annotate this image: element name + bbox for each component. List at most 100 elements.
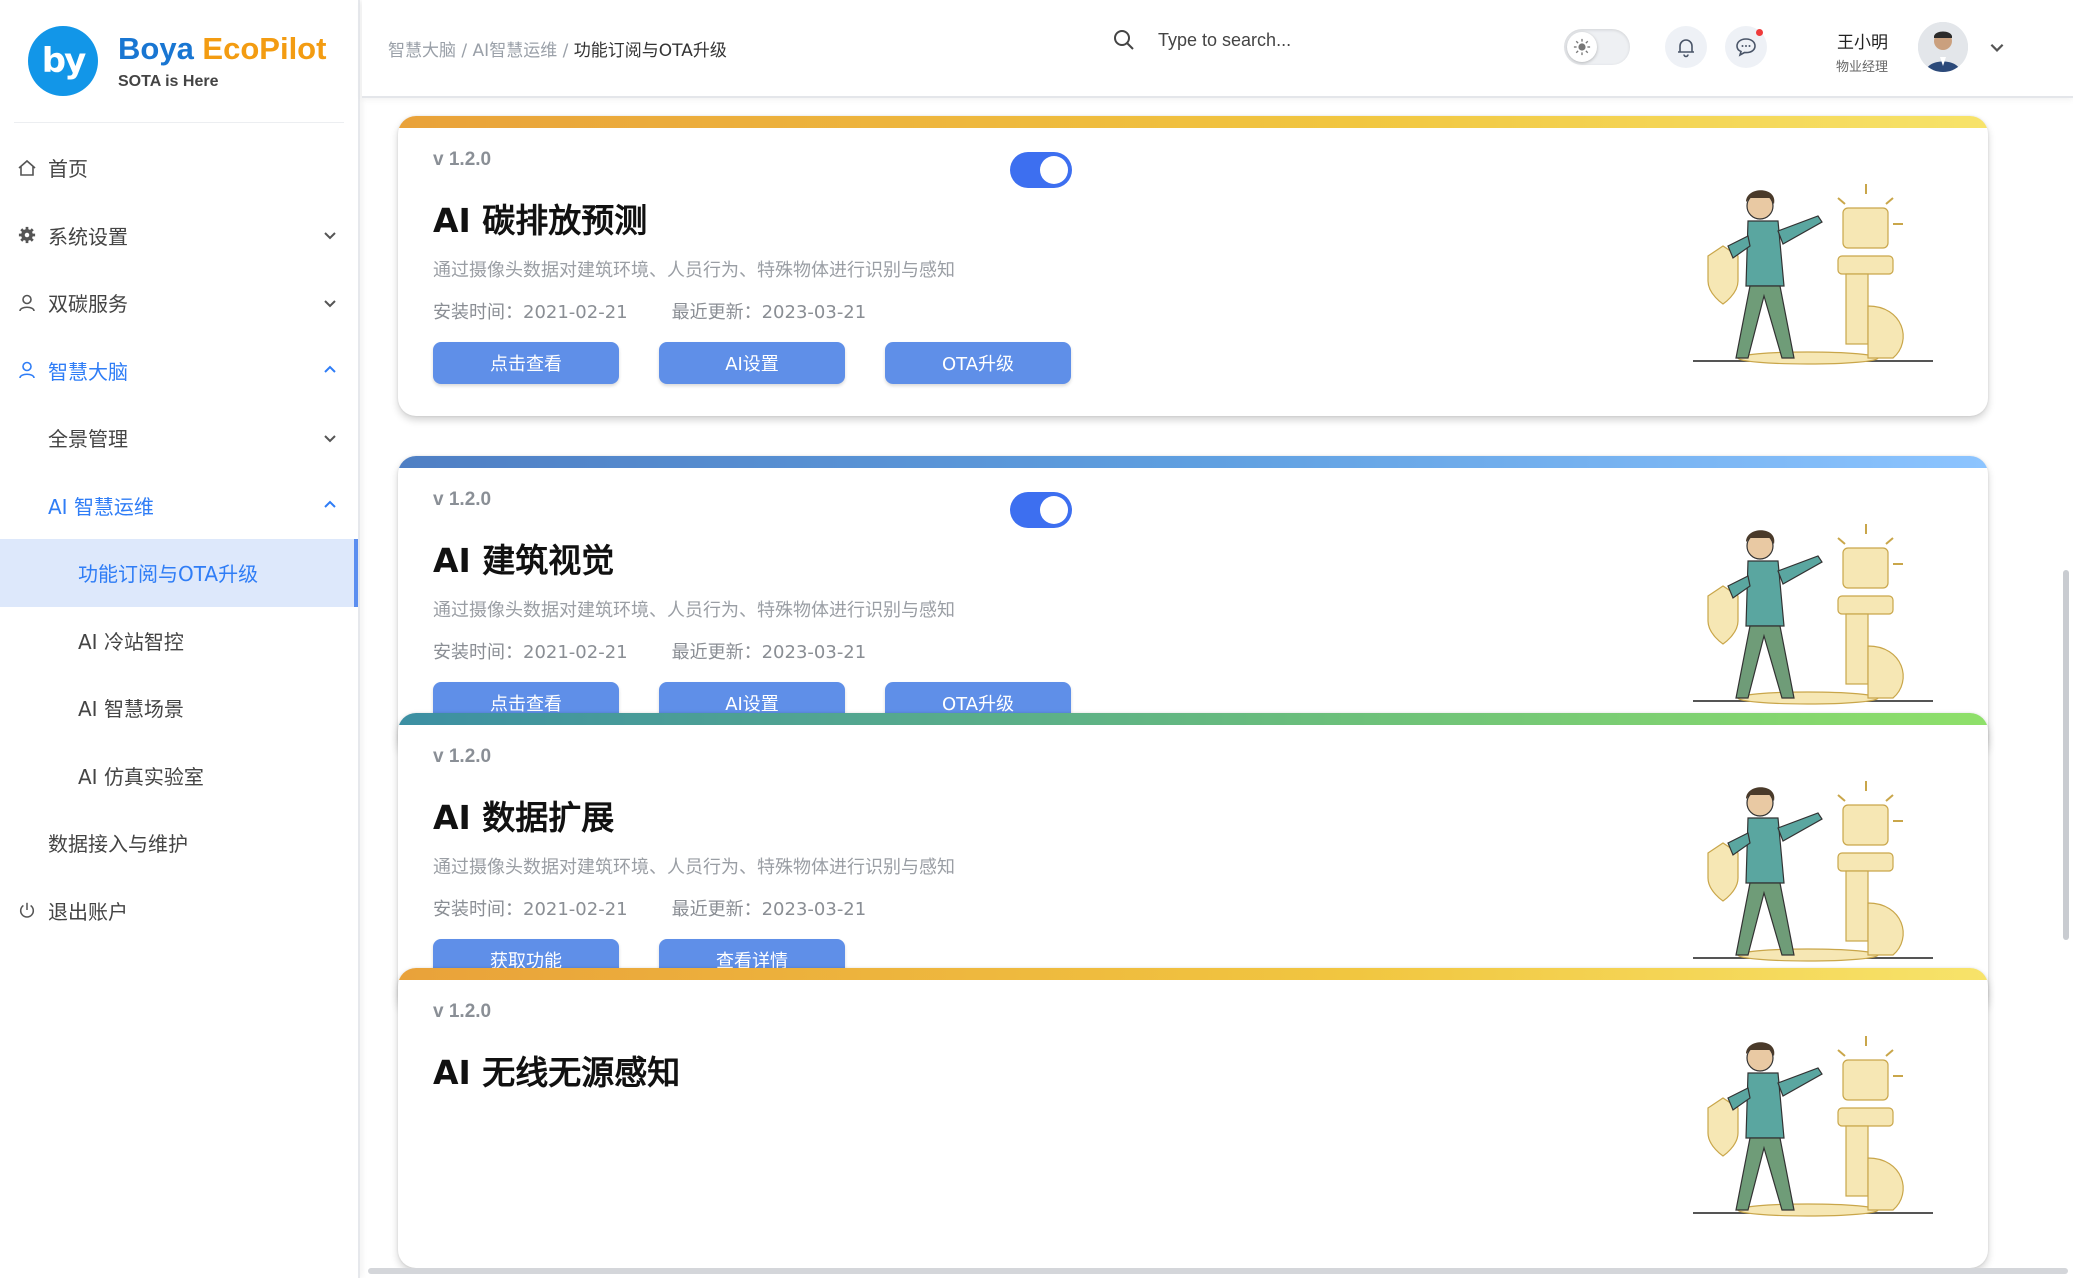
- card-title: AI 建筑视觉: [433, 541, 615, 580]
- card-illustration: [1688, 176, 1938, 376]
- card-title: AI 无线无源感知: [433, 1053, 681, 1092]
- home-icon: [16, 157, 38, 179]
- card-version: v 1.2.0: [433, 746, 492, 767]
- breadcrumb-separator: /: [557, 41, 574, 61]
- install-time: 安装时间：2021-02-21: [433, 302, 628, 323]
- vertical-scrollbar[interactable]: [2063, 570, 2069, 940]
- breadcrumb-item[interactable]: 智慧大脑: [388, 41, 456, 61]
- brand-name: Boya EcoPilot: [118, 31, 326, 67]
- chat-icon: [1736, 38, 1756, 57]
- card-illustration: [1688, 516, 1938, 716]
- card-description: 通过摄像头数据对建筑环境、人员行为、特殊物体进行识别与感知: [433, 260, 955, 281]
- main-content: v 1.2.0 AI 碳排放预测通过摄像头数据对建筑环境、人员行为、特殊物体进行识…: [362, 100, 2073, 1272]
- power-icon: [16, 899, 38, 921]
- card-action-button[interactable]: OTA升级: [885, 342, 1071, 384]
- feature-enable-switch[interactable]: [1010, 492, 1072, 528]
- update-time: 最近更新：2023-03-21: [671, 642, 867, 663]
- card-description: 通过摄像头数据对建筑环境、人员行为、特殊物体进行识别与感知: [433, 600, 955, 621]
- card-meta: 安装时间：2021-02-21 最近更新：2023-03-21: [433, 638, 866, 664]
- sidebar-item-label: 数据接入与维护: [48, 832, 188, 857]
- card-version: v 1.2.0: [433, 489, 492, 510]
- gear-icon: [16, 224, 38, 246]
- chevron-down-icon[interactable]: [1988, 38, 2006, 56]
- card-version: v 1.2.0: [433, 1001, 492, 1022]
- sidebar-item-label: AI 智慧运维: [48, 494, 154, 519]
- card-illustration: [1688, 1028, 1938, 1228]
- unread-dot: [1756, 29, 1763, 36]
- card-accent-bar: [398, 968, 1988, 980]
- sidebar-item-label: 退出账户: [48, 899, 128, 924]
- sidebar-item-label: 双碳服务: [48, 292, 128, 317]
- card-version: v 1.2.0: [433, 149, 492, 170]
- breadcrumb-separator: /: [456, 41, 473, 61]
- search-input[interactable]: [1158, 29, 1418, 51]
- sidebar-item-label: 系统设置: [48, 224, 128, 249]
- card-actions: 点击查看 AI设置 OTA升级: [433, 342, 1111, 384]
- user-name: 王小明: [1837, 33, 1889, 53]
- sidebar-item-label: AI 仿真实验室: [78, 764, 204, 789]
- feature-card: v 1.2.0 AI 无线无源感知: [398, 968, 1988, 1268]
- sidebar-item-label: AI 智慧场景: [78, 697, 184, 722]
- brand-name-part2: EcoPilot: [202, 31, 327, 66]
- sidebar-item-ai-ops[interactable]: AI 智慧运维: [0, 472, 358, 540]
- sun-icon: [1567, 32, 1597, 62]
- theme-toggle[interactable]: [1564, 29, 1630, 65]
- sidebar-item-label: 功能订阅与OTA升级: [78, 562, 259, 587]
- breadcrumb: 智慧大脑 / AI智慧运维 / 功能订阅与OTA升级: [388, 36, 727, 61]
- sidebar-item-label: 首页: [48, 157, 88, 182]
- sidebar-item-logout[interactable]: 退出账户: [0, 877, 358, 945]
- feature-card: v 1.2.0 AI 碳排放预测通过摄像头数据对建筑环境、人员行为、特殊物体进行识…: [398, 116, 1988, 416]
- search-icon[interactable]: [1112, 28, 1136, 52]
- breadcrumb-current: 功能订阅与OTA升级: [573, 41, 727, 61]
- sidebar-item-ai-scenes[interactable]: AI 智慧场景: [0, 674, 358, 742]
- user-info[interactable]: 王小明 物业经理: [1836, 28, 1888, 75]
- messages-button[interactable]: [1725, 26, 1767, 68]
- sidebar-item-label: 智慧大脑: [48, 359, 128, 384]
- sidebar-item-data-access[interactable]: 数据接入与维护: [0, 809, 358, 877]
- bell-icon: [1678, 39, 1694, 58]
- brand-tagline: SOTA is Here: [118, 73, 219, 90]
- divider: [14, 122, 344, 123]
- user-icon: [16, 292, 38, 314]
- card-accent-bar: [398, 456, 1988, 468]
- sidebar-item-home[interactable]: 首页: [0, 134, 358, 202]
- card-title: AI 碳排放预测: [433, 201, 648, 240]
- card-meta: 安装时间：2021-02-21 最近更新：2023-03-21: [433, 298, 866, 324]
- sidebar-item-carbon-services[interactable]: 双碳服务: [0, 269, 358, 337]
- card-action-button[interactable]: 点击查看: [433, 342, 619, 384]
- sidebar-item-ai-cooling[interactable]: AI 冷站智控: [0, 607, 358, 675]
- user-icon: [16, 359, 38, 381]
- sidebar-item-label: 全景管理: [48, 427, 128, 452]
- brand-name-part1: Boya: [118, 31, 203, 66]
- sidebar-item-panorama[interactable]: 全景管理: [0, 404, 358, 472]
- card-accent-bar: [398, 713, 1988, 725]
- chevron-up-icon: [324, 365, 336, 373]
- update-time: 最近更新：2023-03-21: [671, 302, 867, 323]
- card-action-button[interactable]: AI设置: [659, 342, 845, 384]
- feature-card: v 1.2.0 AI 建筑视觉通过摄像头数据对建筑环境、人员行为、特殊物体进行识别…: [398, 456, 1988, 756]
- sidebar: by Boya EcoPilot SOTA is Here 首页 系统设置 双碳…: [0, 0, 360, 1278]
- breadcrumb-item[interactable]: AI智慧运维: [473, 41, 558, 61]
- sidebar-item-ai-sim-lab[interactable]: AI 仿真实验室: [0, 742, 358, 810]
- horizontal-scrollbar[interactable]: [368, 1268, 2068, 1274]
- sidebar-item-subscription-ota[interactable]: 功能订阅与OTA升级: [0, 539, 358, 607]
- card-meta: 安装时间：2021-02-21 最近更新：2023-03-21: [433, 895, 866, 921]
- user-role: 物业经理: [1836, 60, 1889, 75]
- search-bar: [1112, 28, 1418, 52]
- chevron-down-icon: [324, 232, 336, 240]
- sidebar-item-label: AI 冷站智控: [78, 629, 184, 654]
- sidebar-item-smart-brain[interactable]: 智慧大脑: [0, 337, 358, 405]
- chevron-up-icon: [324, 500, 336, 508]
- feature-enable-switch[interactable]: [1010, 152, 1072, 188]
- card-description: 通过摄像头数据对建筑环境、人员行为、特殊物体进行识别与感知: [433, 857, 955, 878]
- notifications-button[interactable]: [1665, 26, 1707, 68]
- chevron-down-icon: [324, 435, 336, 443]
- update-time: 最近更新：2023-03-21: [671, 899, 867, 920]
- card-illustration: [1688, 773, 1938, 973]
- brand-logo: by: [28, 26, 98, 96]
- avatar[interactable]: [1918, 22, 1968, 72]
- install-time: 安装时间：2021-02-21: [433, 642, 628, 663]
- brand[interactable]: by Boya EcoPilot SOTA is Here: [28, 24, 326, 98]
- sidebar-nav: 首页 系统设置 双碳服务 智慧大脑 全景管理 AI 智慧运维 功能订阅与OTA升…: [0, 134, 358, 944]
- sidebar-item-system-settings[interactable]: 系统设置: [0, 202, 358, 270]
